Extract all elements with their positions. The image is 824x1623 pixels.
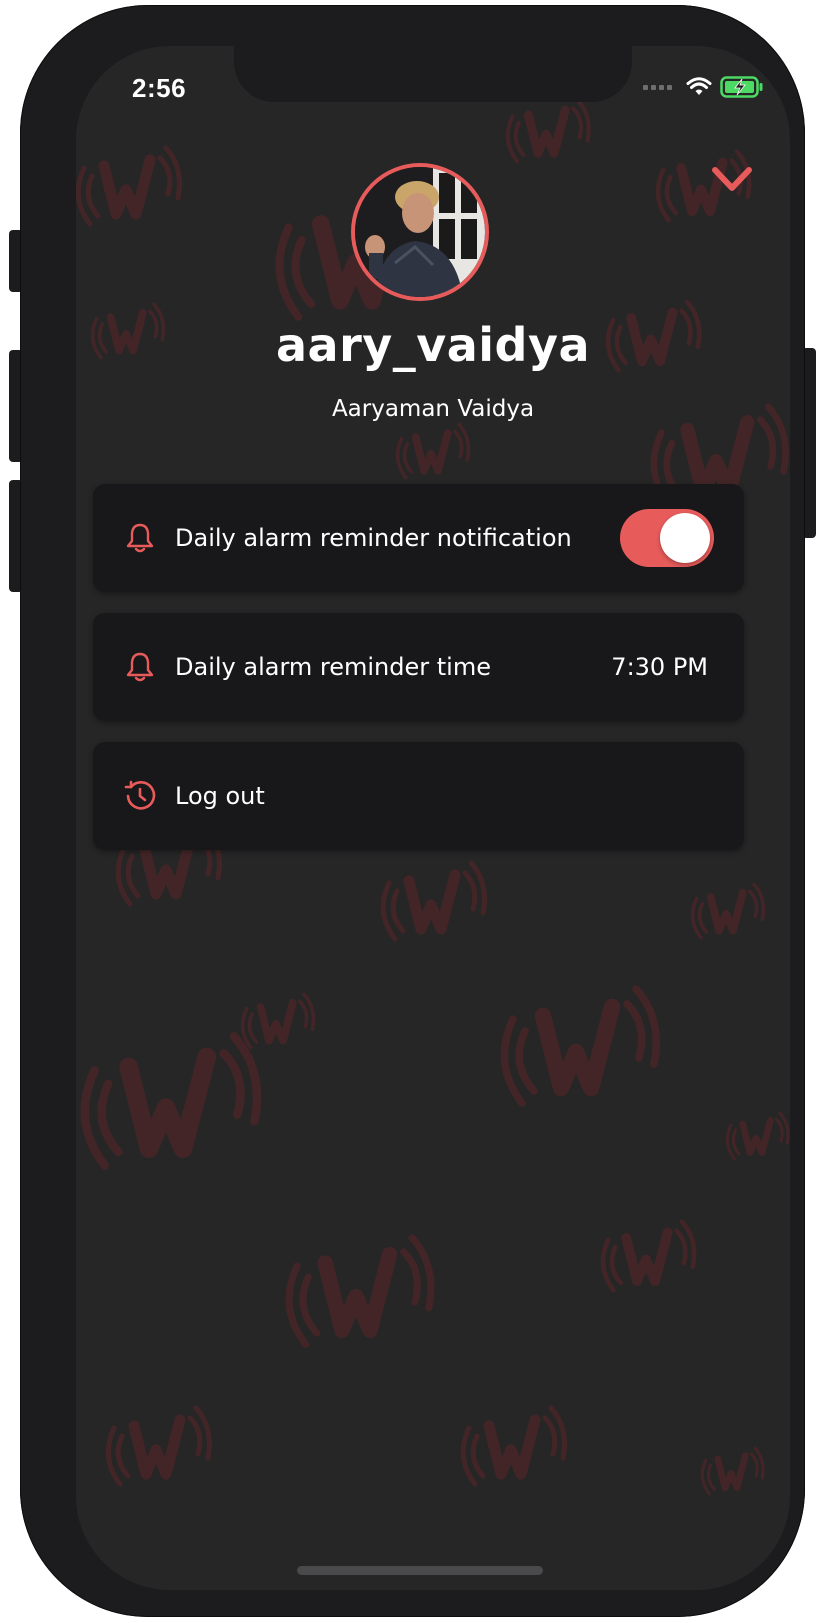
status-icons <box>643 76 764 98</box>
chevron-down-icon <box>712 167 752 191</box>
logout-label: Log out <box>175 782 265 810</box>
full-name: Aaryaman Vaidya <box>331 396 535 422</box>
reminder-notification-toggle[interactable] <box>620 509 714 567</box>
toggle-knob <box>660 513 710 563</box>
avatar <box>351 163 489 301</box>
wifi-icon <box>686 77 712 97</box>
home-indicator[interactable] <box>297 1566 543 1575</box>
signal-dots-icon <box>643 84 672 90</box>
logout-icon <box>123 779 157 813</box>
settings-row-logout[interactable]: Log out <box>93 742 744 850</box>
app-screen: 2:56 aary_vaidya Aaryaman Vaidya Daily a… <box>76 46 790 1590</box>
reminder-time-label: Daily alarm reminder time <box>175 653 491 681</box>
bell-icon <box>123 650 157 684</box>
status-time: 2:56 <box>132 73 187 103</box>
device-notch <box>234 46 632 102</box>
bell-icon <box>123 521 157 555</box>
settings-row-reminder-notification[interactable]: Daily alarm reminder notification <box>93 484 744 592</box>
phone-frame: 2:56 aary_vaidya Aaryaman Vaidya Daily a… <box>20 5 805 1617</box>
reminder-time-value[interactable]: 7:30 PM <box>611 653 708 681</box>
profile-photo <box>355 167 485 297</box>
reminder-notification-label: Daily alarm reminder notification <box>175 524 572 552</box>
settings-row-reminder-time[interactable]: Daily alarm reminder time 7:30 PM <box>93 613 744 721</box>
battery-charging-icon <box>720 76 764 98</box>
collapse-button[interactable] <box>710 158 754 202</box>
username: aary_vaidya <box>275 318 590 372</box>
